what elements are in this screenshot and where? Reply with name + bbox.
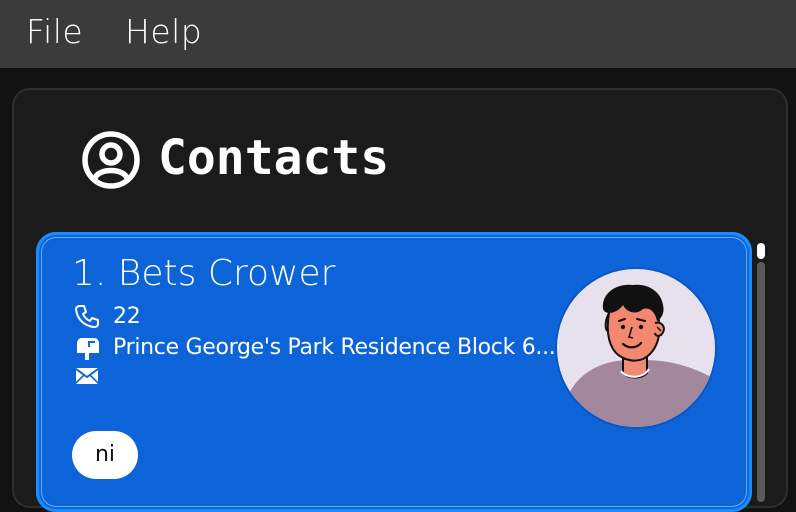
phone-text: 22: [113, 303, 141, 329]
scrollbar-track[interactable]: [757, 262, 765, 502]
page-title: Contacts: [158, 130, 390, 186]
tag-chip: ni: [72, 431, 138, 479]
scrollbar-thumb[interactable]: [757, 243, 765, 259]
address-row: Prince George's Park Residence Block 6..…: [74, 334, 556, 360]
avatar: [557, 269, 715, 427]
phone-row: 22: [74, 303, 141, 329]
mailbox-icon: [77, 338, 99, 360]
person-avatar-icon: [557, 269, 715, 427]
contact-name: 1. Bets Crower: [72, 253, 336, 294]
email-row: [74, 363, 113, 389]
menu-file[interactable]: File: [26, 12, 83, 51]
user-circle-icon: [82, 131, 140, 189]
envelope-icon: [75, 368, 99, 384]
menu-help[interactable]: Help: [125, 12, 202, 51]
address-text: Prince George's Park Residence Block 6..…: [113, 334, 556, 360]
menu-bar: File Help: [0, 0, 796, 68]
phone-icon: [75, 305, 99, 328]
